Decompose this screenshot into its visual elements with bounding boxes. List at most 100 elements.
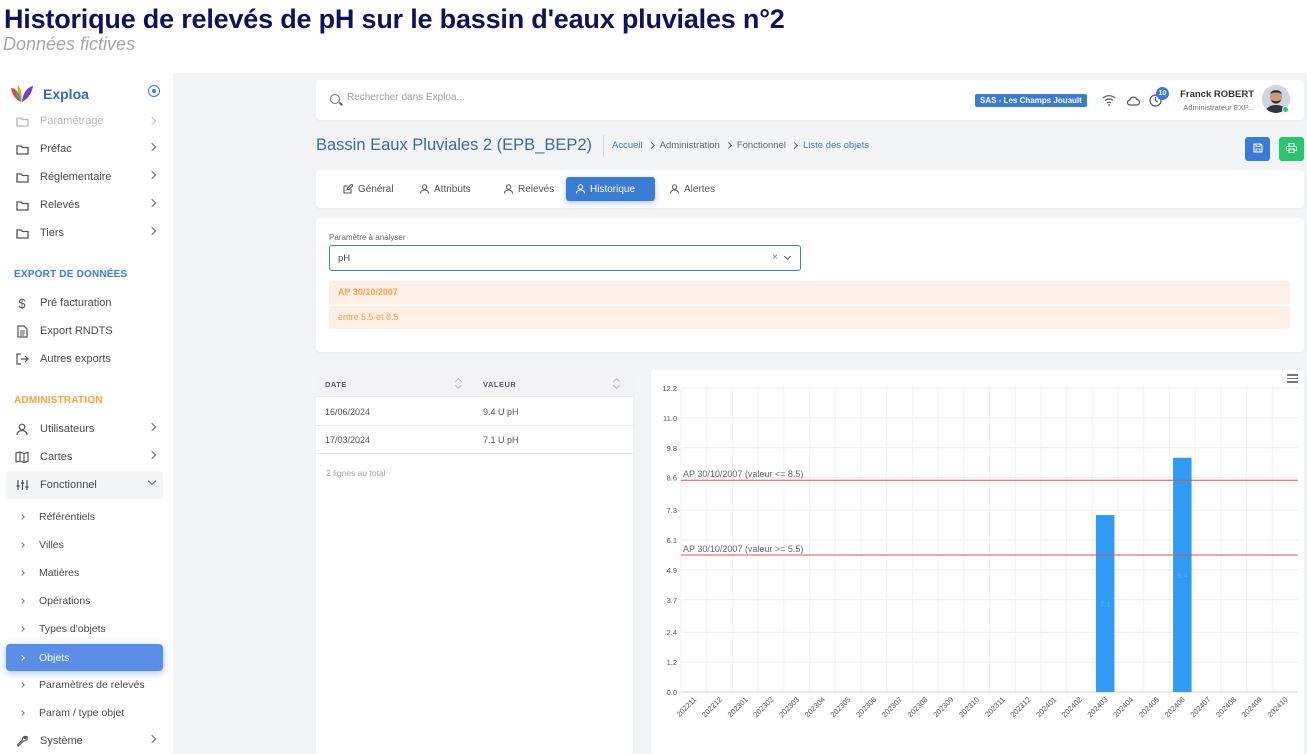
brand[interactable]: Exploa <box>10 83 89 105</box>
x-tick-label: 202406 <box>1163 695 1187 719</box>
chevron-right-icon <box>647 141 655 150</box>
x-tick-label: 202304 <box>803 695 827 719</box>
app-root: Historique de relevés de pH sur le bassi… <box>0 0 1307 754</box>
sidebar-item-releves[interactable]: Relevés <box>6 191 163 219</box>
column-header-date[interactable]: DATE <box>325 380 347 389</box>
sidebar-item-label: Tiers <box>40 227 65 239</box>
table-total-count: 2 lignes au total <box>326 468 386 478</box>
chevron-down-icon[interactable] <box>783 252 792 261</box>
sidebar-subitem-parametres-releves[interactable]: Paramètres de relevés <box>6 672 163 698</box>
sidebar-item-reglementaire[interactable]: Réglementaire <box>6 163 163 191</box>
user-name[interactable]: Franck ROBERT <box>1164 89 1254 100</box>
sidebar-subitem-referentiels[interactable]: Référentiels <box>6 504 163 530</box>
sidebar-subitem-operations[interactable]: Opérations <box>6 588 163 614</box>
chevron-right-icon <box>147 450 157 460</box>
sidebar-item-label: Fonctionnel <box>40 479 97 491</box>
sidebar-item-autres-exports[interactable]: Autres exports <box>6 345 163 373</box>
parameter-selected-value: pH <box>338 253 351 264</box>
sidebar-subitem-matieres[interactable]: Matières <box>6 560 163 586</box>
tab-label: Relevés <box>518 183 555 195</box>
sidebar-item-label: Paramétrage <box>40 115 104 127</box>
regulation-alert-title: AP 30/10/2007 <box>329 281 1290 304</box>
user-icon <box>15 422 29 436</box>
x-tick-label: 202310 <box>957 695 981 719</box>
wifi-icon[interactable] <box>1102 93 1116 107</box>
chevron-right-icon <box>147 226 157 236</box>
x-tick-label: 202405 <box>1137 695 1161 719</box>
sidebar-item-tiers[interactable]: Tiers <box>6 219 163 247</box>
save-button[interactable] <box>1245 137 1270 161</box>
tab-attributs[interactable]: Attributs <box>410 177 481 201</box>
dollar-icon: $ <box>18 295 26 311</box>
sort-icon[interactable] <box>614 378 620 388</box>
sidebar-item-fonctionnel[interactable]: Fonctionnel <box>6 471 163 499</box>
tab-historique[interactable]: Historique <box>566 177 655 201</box>
chevron-right-icon <box>147 170 157 180</box>
logout-icon <box>15 352 29 366</box>
chevron-right-icon <box>19 710 25 716</box>
table-row[interactable]: 16/06/2024 9.4 U pH <box>316 398 633 426</box>
sidebar-subitem-label: Objets <box>39 651 70 664</box>
chevron-right-icon <box>147 734 157 744</box>
sort-icon[interactable] <box>456 378 462 388</box>
sidebar-item-prefac[interactable]: Préfac <box>6 135 163 163</box>
column-header-valeur[interactable]: VALEUR <box>483 380 516 389</box>
table-header: DATE VALEUR <box>316 370 633 397</box>
sidebar-item-export-rndts[interactable]: Export RNDTS <box>6 317 163 345</box>
threshold-label: AP 30/10/2007 (valeur <= 8.5) <box>683 469 803 479</box>
y-tick-label: 3.7 <box>667 596 677 605</box>
chart-menu-icon[interactable] <box>1287 374 1298 383</box>
sidebar-item-label: Système <box>40 735 83 747</box>
map-icon <box>15 450 29 464</box>
file-icon <box>15 324 29 338</box>
parameter-select[interactable]: pH × <box>329 245 801 271</box>
y-tick-label: 9.8 <box>667 444 677 453</box>
cell-date: 16/06/2024 <box>325 407 371 417</box>
x-tick-label: 202302 <box>751 695 775 719</box>
printer-icon <box>1286 140 1297 158</box>
breadcrumb-fonctionnel: Fonctionnel <box>736 140 786 151</box>
y-tick-label: 12.2 <box>662 384 677 393</box>
cloud-icon[interactable] <box>1126 93 1141 107</box>
chevron-right-icon <box>147 142 157 152</box>
user-icon <box>670 184 679 194</box>
tab-alertes[interactable]: Alertes <box>660 177 725 201</box>
clear-icon[interactable]: × <box>772 252 778 263</box>
y-tick-label: 0.0 <box>667 688 677 697</box>
print-button[interactable] <box>1279 137 1304 161</box>
sidebar-item-label: Réglementaire <box>40 171 112 183</box>
tab-label: Alertes <box>684 183 716 195</box>
tab-general[interactable]: Général <box>333 177 404 201</box>
breadcrumb-divider <box>603 135 604 157</box>
folder-icon <box>15 226 29 240</box>
tab-releves[interactable]: Relevés <box>494 177 564 201</box>
save-icon <box>1252 140 1263 158</box>
sidebar-pin-icon[interactable] <box>148 85 160 97</box>
x-tick-label: 202309 <box>931 695 955 719</box>
search-input[interactable] <box>347 92 647 103</box>
x-tick-label: 202303 <box>777 695 801 719</box>
site-badge[interactable]: SAS - Les Champs Jouault <box>975 94 1087 107</box>
chart-svg: 0.0 1.2 2.4 3.7 4.9 6.1 7.3 8.6 9.8 11.0 12.2 7.1 9.… <box>662 384 1298 719</box>
online-status-indicator <box>1282 106 1289 113</box>
sidebar-item-label: Autres exports <box>40 353 111 365</box>
page-title: Bassin Eaux Pluviales 2 (EPB_BEP2) <box>316 136 593 154</box>
sidebar-subitem-objets[interactable]: Objets <box>6 644 163 671</box>
x-tick-label: 202212 <box>700 695 724 719</box>
y-tick-label: 4.9 <box>667 566 677 575</box>
sidebar-subitem-types-objets[interactable]: Types d'objets <box>6 616 163 642</box>
sidebar-item-utilisateurs[interactable]: Utilisateurs <box>6 415 163 443</box>
sidebar-item-cartes[interactable]: Cartes <box>6 443 163 471</box>
table-row[interactable]: 17/03/2024 7.1 U pH <box>316 426 633 454</box>
parameter-label: Paramètre à analyser <box>329 233 406 242</box>
sidebar-item-parametrage[interactable]: Paramétrage <box>6 109 163 133</box>
breadcrumb-liste-objets[interactable]: Liste des objets <box>803 140 869 151</box>
sidebar-subitem-param-type-objet[interactable]: Param / type objet <box>6 700 163 726</box>
folder-icon <box>15 114 29 128</box>
search-icon <box>330 94 340 104</box>
sidebar-item-label: Export RNDTS <box>40 325 113 337</box>
sidebar-subitem-villes[interactable]: Villes <box>6 532 163 558</box>
sidebar-item-systeme[interactable]: Système <box>6 727 163 754</box>
breadcrumb-accueil[interactable]: Accueil <box>612 140 643 151</box>
sidebar-item-pre-facturation[interactable]: $ Pré facturation <box>6 289 163 317</box>
